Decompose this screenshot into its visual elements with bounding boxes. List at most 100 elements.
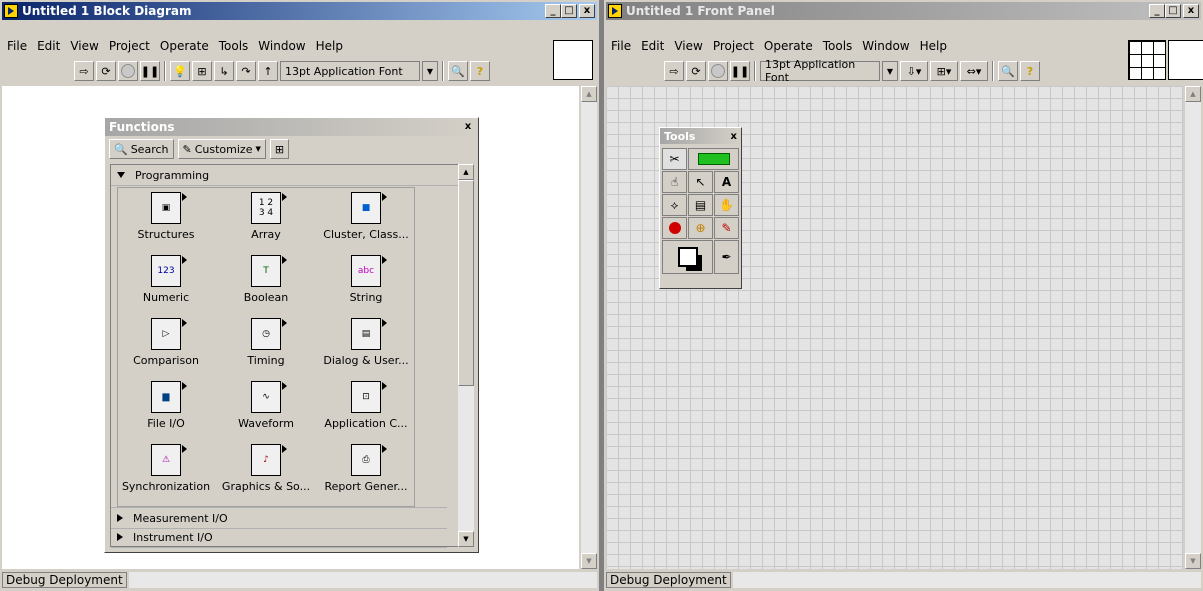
debug-deployment-label[interactable]: Debug Deployment xyxy=(2,572,127,588)
position-size-select-tool-icon[interactable]: ↖ xyxy=(688,171,713,193)
breakpoint-tool-icon[interactable] xyxy=(662,217,687,239)
tools-palette-title-bar[interactable]: Tools x xyxy=(660,128,741,144)
step-into-icon[interactable]: ↳ xyxy=(214,61,234,81)
minimize-button[interactable]: _ xyxy=(1149,4,1165,18)
object-shortcut-menu-tool-icon[interactable]: ▤ xyxy=(688,194,713,216)
scroll-up-icon[interactable]: ▲ xyxy=(458,164,474,180)
maximize-button[interactable]: □ xyxy=(1165,4,1181,18)
set-color-tool-icon[interactable] xyxy=(662,240,713,274)
scroll-down-icon[interactable]: ▼ xyxy=(581,553,597,569)
palette-item-structures[interactable]: ▣ Structures xyxy=(118,188,214,250)
maximize-button[interactable]: □ xyxy=(561,4,577,18)
run-continuously-icon[interactable]: ⟳ xyxy=(96,61,116,81)
run-continuously-icon[interactable]: ⟳ xyxy=(686,61,706,81)
palette-item-string[interactable]: abc String xyxy=(318,251,414,313)
scroll-down-icon[interactable]: ▼ xyxy=(1185,553,1201,569)
retain-wire-values-icon[interactable]: ⊞ xyxy=(192,61,212,81)
connector-pane[interactable] xyxy=(1128,40,1166,80)
close-icon[interactable]: x xyxy=(462,121,474,133)
step-out-icon[interactable]: ↑ xyxy=(258,61,278,81)
menu-operate[interactable]: Operate xyxy=(155,39,214,53)
automatic-tool-selection-icon[interactable]: ✂ xyxy=(662,148,687,170)
menu-project[interactable]: Project xyxy=(104,39,155,53)
scroll-down-icon[interactable]: ▼ xyxy=(458,531,474,547)
font-select[interactable]: 13pt Application Font xyxy=(280,61,420,81)
menu-window[interactable]: Window xyxy=(253,39,310,53)
minimize-button[interactable]: _ xyxy=(545,4,561,18)
palette-item-boolean[interactable]: T Boolean xyxy=(218,251,314,313)
scroll-up-icon[interactable]: ▲ xyxy=(1185,86,1201,102)
chevron-down-icon[interactable]: ▼ xyxy=(882,61,898,81)
search-icon[interactable]: 🔍 xyxy=(998,61,1018,81)
vi-icon-connector[interactable] xyxy=(553,40,593,80)
search-button[interactable]: 🔍 Search xyxy=(109,139,174,159)
distribute-objects-icon[interactable]: ⊞▾ xyxy=(930,61,958,81)
step-over-icon[interactable]: ↷ xyxy=(236,61,256,81)
front-panel-title-bar[interactable]: Untitled 1 Front Panel _ □ x xyxy=(606,2,1201,20)
get-color-tool-icon[interactable]: ✎ xyxy=(714,217,739,239)
pause-icon[interactable]: ❚❚ xyxy=(730,61,750,81)
menu-edit[interactable]: Edit xyxy=(636,39,669,53)
menu-view[interactable]: View xyxy=(65,39,103,53)
close-button[interactable]: x xyxy=(579,4,595,18)
pin-button[interactable]: ⊞ xyxy=(269,139,290,159)
menu-file[interactable]: File xyxy=(2,39,32,53)
palette-item-numeric[interactable]: 123 Numeric xyxy=(118,251,214,313)
menu-operate[interactable]: Operate xyxy=(759,39,818,53)
scroll-window-tool-icon[interactable]: ✋ xyxy=(714,194,739,216)
pause-icon[interactable]: ❚❚ xyxy=(140,61,160,81)
help-icon[interactable]: ? xyxy=(1020,61,1040,81)
palette-scroll-thumb[interactable] xyxy=(458,180,474,386)
vi-icon-connector[interactable] xyxy=(1168,40,1203,80)
category-programming[interactable]: Programming xyxy=(111,165,459,186)
palette-item-cluster[interactable]: ■ Cluster, Class... xyxy=(318,188,414,250)
debug-deployment-label[interactable]: Debug Deployment xyxy=(606,572,731,588)
palette-item-dialog[interactable]: ▤ Dialog & User... xyxy=(318,314,414,376)
abort-icon[interactable] xyxy=(118,61,138,81)
customize-button[interactable]: ✎ Customize ▼ xyxy=(177,139,266,159)
edit-text-tool-icon[interactable]: A xyxy=(714,171,739,193)
menu-help[interactable]: Help xyxy=(915,39,952,53)
palette-item-graphics-sound[interactable]: ♪ Graphics & So... xyxy=(218,440,314,502)
run-arrow-icon[interactable]: ⇨ xyxy=(74,61,94,81)
palette-scrollbar[interactable]: ▲ ▼ xyxy=(458,164,474,547)
category-measurement-io[interactable]: Measurement I/O xyxy=(111,507,447,529)
horizontal-scrollbar[interactable] xyxy=(128,572,597,588)
palette-item-timing[interactable]: ◷ Timing xyxy=(218,314,314,376)
align-objects-icon[interactable]: ⇩▾ xyxy=(900,61,928,81)
close-icon[interactable]: x xyxy=(731,131,737,142)
highlight-execution-icon[interactable]: 💡 xyxy=(170,61,190,81)
menu-help[interactable]: Help xyxy=(311,39,348,53)
search-icon[interactable]: 🔍 xyxy=(448,61,468,81)
palette-item-array[interactable]: 1 23 4 Array xyxy=(218,188,314,250)
menu-tools[interactable]: Tools xyxy=(818,39,858,53)
category-instrument-io[interactable]: Instrument I/O xyxy=(111,527,447,548)
auto-tool-indicator[interactable] xyxy=(688,148,739,170)
menu-edit[interactable]: Edit xyxy=(32,39,65,53)
menu-file[interactable]: File xyxy=(606,39,636,53)
vertical-scrollbar[interactable]: ▲ ▼ xyxy=(581,86,597,569)
block-diagram-title-bar[interactable]: Untitled 1 Block Diagram _ □ x xyxy=(2,2,597,20)
palette-item-synchronization[interactable]: ⚠ Synchronization xyxy=(118,440,214,502)
probe-data-tool-icon[interactable]: ⊕ xyxy=(688,217,713,239)
font-select[interactable]: 13pt Application Font xyxy=(760,58,880,84)
horizontal-scrollbar[interactable] xyxy=(732,572,1201,588)
vertical-scrollbar[interactable]: ▲ ▼ xyxy=(1185,86,1201,569)
operate-value-tool-icon[interactable]: ☝ xyxy=(662,171,687,193)
scroll-up-icon[interactable]: ▲ xyxy=(581,86,597,102)
run-arrow-icon[interactable]: ⇨ xyxy=(664,61,684,81)
palette-item-waveform[interactable]: ∿ Waveform xyxy=(218,377,314,439)
menu-tools[interactable]: Tools xyxy=(214,39,254,53)
palette-item-comparison[interactable]: ▷ Comparison xyxy=(118,314,214,376)
functions-palette-title-bar[interactable]: Functions x xyxy=(105,118,478,136)
palette-item-report-generation[interactable]: ⎙ Report Gener... xyxy=(318,440,414,502)
abort-icon[interactable] xyxy=(708,61,728,81)
menu-view[interactable]: View xyxy=(669,39,707,53)
resize-objects-icon[interactable]: ⇔▾ xyxy=(960,61,988,81)
close-button[interactable]: x xyxy=(1183,4,1199,18)
palette-item-file-io[interactable]: ▆ File I/O xyxy=(118,377,214,439)
connect-wire-tool-icon[interactable]: ⟡ xyxy=(662,194,687,216)
palette-item-application-control[interactable]: ⊡ Application C... xyxy=(318,377,414,439)
brush-icon[interactable]: ✒ xyxy=(714,240,739,274)
menu-project[interactable]: Project xyxy=(708,39,759,53)
